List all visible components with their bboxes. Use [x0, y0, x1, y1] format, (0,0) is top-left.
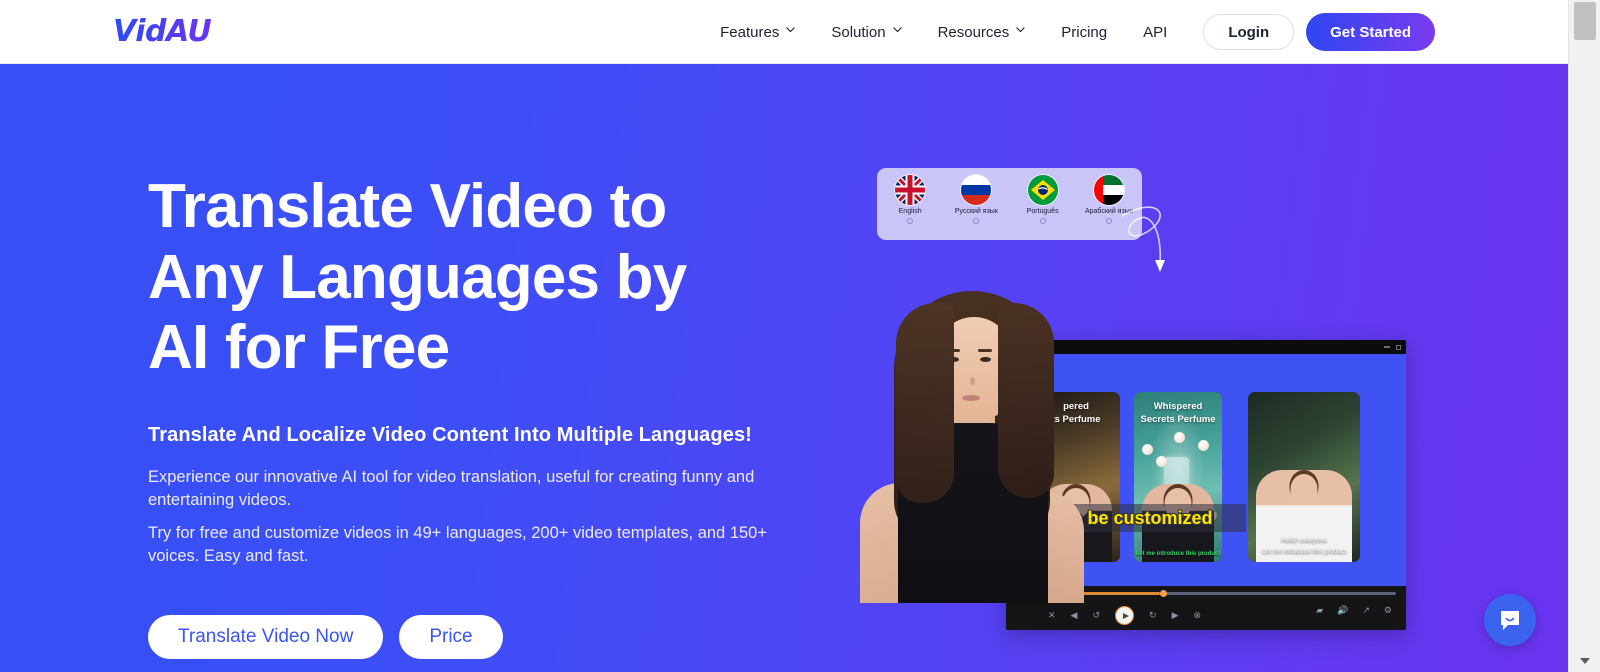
hero-subheadline: Translate And Localize Video Content Int…	[148, 424, 752, 447]
hero-cta-row: Translate Video Now Price	[148, 614, 848, 659]
nav-label-api: API	[1143, 23, 1168, 41]
russia-flag-icon	[961, 175, 992, 205]
video-card[interactable]: Whispered Secrets Perfume Let me introdu…	[1134, 392, 1222, 562]
video-caption-intro: Let me introduce this product	[1262, 548, 1346, 555]
nav-label-pricing: Pricing	[1061, 23, 1108, 41]
presenter-hair-strand	[998, 303, 1054, 498]
browser-scrollbar[interactable]	[1568, 0, 1600, 672]
uk-flag-icon	[895, 175, 926, 205]
fullscreen-icon[interactable]: ↗	[1362, 606, 1370, 615]
nav-label-features: Features	[720, 23, 780, 41]
presenter-lips	[962, 395, 980, 401]
video-caption-greeting: Hello! everyone	[1281, 537, 1327, 544]
nav-label-solution: Solution	[831, 23, 886, 41]
language-radio-arabic[interactable]	[1105, 218, 1112, 224]
settings-icon[interactable]: ⚙	[1384, 606, 1392, 615]
chevron-down-icon	[786, 26, 796, 36]
progress-knob[interactable]	[1160, 590, 1168, 597]
language-option-english[interactable]: English	[882, 175, 938, 224]
curved-arrow-icon	[1116, 190, 1176, 285]
page-viewport: VidAU Features Solution Resources Pricin…	[0, 0, 1568, 672]
volume-icon[interactable]: 🔊	[1337, 606, 1348, 615]
brazil-flag-icon	[1027, 175, 1058, 205]
loop-icon[interactable]: ⊗	[1193, 611, 1201, 620]
language-option-russian[interactable]: Русский язык	[948, 175, 1004, 224]
scrollbar-thumb[interactable]	[1574, 2, 1596, 40]
price-button[interactable]: Price	[399, 614, 503, 659]
nav-item-pricing[interactable]: Pricing	[1043, 0, 1125, 64]
get-started-button[interactable]: Get Started	[1306, 13, 1435, 51]
page-title: Translate Video to Any Languages by AI f…	[148, 172, 687, 383]
presenter-hair-strand	[896, 303, 954, 503]
hero-section: Translate Video to Any Languages by AI f…	[0, 63, 1568, 672]
maximize-icon[interactable]	[1396, 344, 1401, 350]
rewind-icon[interactable]: ↺	[1092, 611, 1100, 620]
video-caption-green: Let me introduce this product	[1135, 551, 1221, 557]
login-button[interactable]: Login	[1203, 14, 1295, 50]
minimize-icon[interactable]	[1384, 346, 1390, 348]
next-icon[interactable]: ▶	[1172, 611, 1179, 620]
language-radio-english[interactable]	[907, 218, 914, 224]
presenter-eye	[980, 357, 991, 362]
nav-item-features[interactable]: Features	[702, 0, 813, 64]
language-label-portuguese: Português	[1026, 208, 1059, 215]
video-card[interactable]: Hello! everyone Let me introduce this pr…	[1248, 392, 1360, 562]
play-icon	[1122, 612, 1129, 619]
nav-item-api[interactable]: API	[1125, 0, 1185, 64]
language-panel: English Русский язык Português Арабский …	[877, 168, 1142, 240]
shuffle-icon[interactable]: ✕	[1048, 611, 1056, 620]
chevron-down-icon	[1016, 26, 1025, 36]
language-radio-portuguese[interactable]	[1039, 218, 1046, 224]
presenter-eyebrow	[978, 349, 992, 352]
main-navigation: Features Solution Resources Pricing API …	[702, 0, 1435, 64]
nav-item-solution[interactable]: Solution	[813, 0, 919, 64]
play-button[interactable]	[1115, 606, 1135, 625]
presenter-nose	[970, 377, 975, 385]
nav-label-resources: Resources	[937, 23, 1010, 41]
presenter-cutout	[852, 273, 1090, 603]
language-radio-russian[interactable]	[973, 218, 980, 224]
chat-bubble-smiley-icon	[1501, 611, 1519, 630]
hero-paragraph-1: Experience our innovative AI tool for vi…	[148, 468, 755, 510]
vidau-logo[interactable]: VidAU	[113, 17, 212, 47]
chat-widget-button[interactable]	[1484, 594, 1536, 646]
translate-video-now-button[interactable]: Translate Video Now	[148, 614, 384, 659]
nav-item-resources[interactable]: Resources	[920, 0, 1044, 64]
forward-icon[interactable]: ↻	[1149, 611, 1157, 620]
player-right-controls: ▰ 🔊 ↗ ⚙	[1316, 606, 1392, 615]
subtitles-icon[interactable]: ▰	[1316, 606, 1323, 615]
site-header: VidAU Features Solution Resources Pricin…	[0, 0, 1568, 64]
language-option-portuguese[interactable]: Português	[1015, 175, 1071, 224]
previous-icon[interactable]: ◀	[1071, 611, 1078, 620]
hero-illustration: English Русский язык Português Арабский …	[836, 168, 1406, 668]
chevron-down-icon	[892, 26, 902, 36]
scroll-down-arrow-icon[interactable]	[1579, 658, 1590, 664]
language-label-english: English	[898, 208, 922, 215]
hero-paragraph-2: Try for free and customize videos in 49+…	[148, 523, 767, 566]
language-label-russian: Русский язык	[954, 208, 998, 215]
hero-copy-block: Translate Video to Any Languages by AI f…	[148, 172, 848, 659]
video-card-title: Whispered Secrets Perfume	[1140, 401, 1216, 425]
